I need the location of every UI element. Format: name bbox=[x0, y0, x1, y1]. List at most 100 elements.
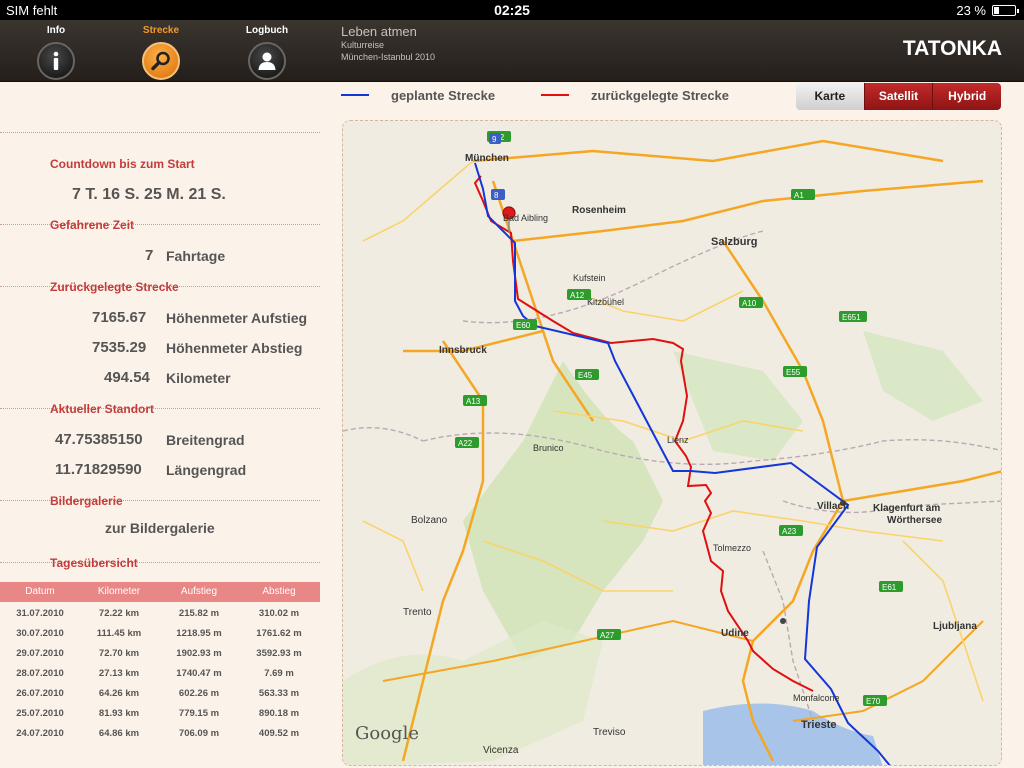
descent-value: 7535.29 bbox=[92, 339, 147, 356]
svg-text:E60: E60 bbox=[516, 321, 531, 330]
longitude-unit: Längengrad bbox=[166, 462, 247, 478]
svg-text:Lienz: Lienz bbox=[667, 435, 689, 445]
svg-text:Kitzbühel: Kitzbühel bbox=[587, 297, 624, 307]
table-row: 24.07.2010 64.86 km 706.09 m 409.52 m bbox=[0, 724, 320, 744]
cell-descent: 1761.62 m bbox=[256, 628, 302, 639]
svg-text:Ljubljana: Ljubljana bbox=[933, 621, 977, 632]
trip-info: Leben atmen Kulturreise München-Istanbul… bbox=[341, 24, 435, 63]
col-date: Datum bbox=[25, 586, 55, 597]
nav-strecke[interactable]: Strecke bbox=[121, 20, 201, 82]
nav-info-label: Info bbox=[46, 25, 66, 36]
travelled-route-swatch bbox=[541, 94, 569, 96]
table-header: Datum Kilometer Aufstieg Abstieg bbox=[0, 582, 320, 602]
cell-km: 72.70 km bbox=[98, 648, 140, 659]
col-km: Kilometer bbox=[97, 586, 141, 597]
svg-text:E45: E45 bbox=[578, 371, 593, 380]
cell-ascent: 602.26 m bbox=[178, 688, 220, 699]
table-row: 30.07.2010 111.45 km 1218.95 m 1761.62 m bbox=[0, 624, 320, 644]
cell-date: 28.07.2010 bbox=[16, 668, 64, 679]
svg-text:A22: A22 bbox=[458, 439, 473, 448]
days-value: 7 bbox=[145, 247, 154, 264]
svg-text:Salzburg: Salzburg bbox=[711, 236, 757, 248]
table-row: 26.07.2010 64.26 km 602.26 m 563.33 m bbox=[0, 684, 320, 704]
cell-ascent: 1902.93 m bbox=[176, 648, 222, 659]
cell-km: 81.93 km bbox=[98, 708, 140, 719]
svg-text:A23: A23 bbox=[782, 527, 797, 536]
svg-text:8: 8 bbox=[494, 191, 499, 200]
nav-logbuch[interactable]: Logbuch bbox=[227, 20, 307, 82]
km-value: 494.54 bbox=[104, 369, 150, 386]
col-ascent: Aufstieg bbox=[180, 586, 218, 597]
nav-info[interactable]: Info bbox=[16, 20, 96, 82]
route-button[interactable] bbox=[142, 42, 180, 80]
travelled-route-label: zurückgelegte Strecke bbox=[591, 88, 730, 103]
svg-text:München: München bbox=[465, 153, 509, 164]
svg-text:Treviso: Treviso bbox=[593, 727, 626, 738]
battery-percent: 23 % bbox=[956, 3, 986, 18]
divider bbox=[0, 408, 320, 409]
map-type-satellit[interactable]: Satellit bbox=[863, 83, 933, 110]
svg-text:Brunico: Brunico bbox=[533, 443, 564, 453]
svg-text:A12: A12 bbox=[570, 291, 585, 300]
logbook-button[interactable] bbox=[248, 42, 286, 80]
svg-text:Klagenfurt am: Klagenfurt am bbox=[873, 503, 940, 514]
cell-km: 72.22 km bbox=[98, 608, 140, 619]
cell-ascent: 779.15 m bbox=[178, 708, 220, 719]
gallery-heading: Bildergalerie bbox=[50, 494, 123, 508]
info-icon bbox=[53, 51, 59, 70]
cell-km: 111.45 km bbox=[96, 628, 142, 639]
divider bbox=[0, 224, 320, 225]
location-heading: Aktueller Standort bbox=[50, 402, 155, 416]
cell-km: 64.26 km bbox=[98, 688, 140, 699]
cell-date: 25.07.2010 bbox=[16, 708, 64, 719]
svg-text:A1: A1 bbox=[794, 191, 804, 200]
cell-km: 64.86 km bbox=[98, 728, 140, 739]
cell-descent: 409.52 m bbox=[258, 728, 300, 739]
svg-text:Rosenheim: Rosenheim bbox=[572, 205, 626, 216]
cell-descent: 563.33 m bbox=[258, 688, 300, 699]
clock: 02:25 bbox=[494, 2, 530, 18]
svg-text:A13: A13 bbox=[466, 397, 481, 406]
map-type-hybrid[interactable]: Hybrid bbox=[932, 83, 1001, 110]
svg-text:E61: E61 bbox=[882, 583, 897, 592]
svg-text:A10: A10 bbox=[742, 299, 757, 308]
svg-text:Trento: Trento bbox=[403, 607, 432, 618]
top-navigation-bar: Info Strecke Logbuch Leben atmen Kulturr… bbox=[0, 20, 1024, 82]
cell-descent: 890.18 m bbox=[258, 708, 300, 719]
svg-text:E55: E55 bbox=[786, 368, 801, 377]
map-type-karte[interactable]: Karte bbox=[796, 83, 864, 110]
latitude-value: 47.75385150 bbox=[55, 431, 143, 448]
cell-ascent: 706.09 m bbox=[178, 728, 220, 739]
svg-text:Kufstein: Kufstein bbox=[573, 273, 606, 283]
daily-heading: Tagesübersicht bbox=[50, 556, 138, 570]
days-unit: Fahrtage bbox=[166, 248, 226, 264]
sidebar-panel: Countdown bis zum Start 7 T. 16 S. 25 M.… bbox=[0, 82, 322, 768]
svg-text:E651: E651 bbox=[842, 313, 861, 322]
brand-logo: TATONKA bbox=[902, 37, 1002, 60]
col-descent: Abstieg bbox=[262, 586, 296, 597]
trip-route: München-Istanbul 2010 bbox=[341, 52, 436, 62]
svg-text:Vicenza: Vicenza bbox=[483, 745, 519, 756]
ascent-value: 7165.67 bbox=[92, 309, 147, 326]
trip-title: Leben atmen bbox=[341, 24, 417, 39]
planned-route-label: geplante Strecke bbox=[391, 88, 496, 103]
status-bar: SIM fehlt 02:25 23 % bbox=[0, 0, 1024, 20]
map-canvas: München Rosenheim Salzburg Innsbruck Vil… bbox=[343, 121, 1001, 765]
route-map[interactable]: München Rosenheim Salzburg Innsbruck Vil… bbox=[342, 120, 1002, 766]
cell-date: 24.07.2010 bbox=[16, 728, 64, 739]
cell-descent: 7.69 m bbox=[264, 668, 294, 679]
info-button[interactable] bbox=[37, 42, 75, 80]
cell-date: 26.07.2010 bbox=[16, 688, 64, 699]
time-heading: Gefahrene Zeit bbox=[50, 218, 135, 232]
divider bbox=[0, 562, 320, 563]
table-row: 28.07.2010 27.13 km 1740.47 m 7.69 m bbox=[0, 664, 320, 684]
svg-text:Wörthersee: Wörthersee bbox=[887, 515, 942, 526]
cell-ascent: 1218.95 m bbox=[176, 628, 222, 639]
svg-text:Innsbruck: Innsbruck bbox=[439, 345, 487, 356]
distance-heading: Zurückgelegte Strecke bbox=[50, 280, 179, 294]
person-icon bbox=[258, 52, 276, 70]
svg-text:A27: A27 bbox=[600, 631, 615, 640]
svg-text:Bolzano: Bolzano bbox=[411, 515, 448, 526]
gallery-link[interactable]: zur Bildergalerie bbox=[105, 520, 215, 536]
table-row: 25.07.2010 81.93 km 779.15 m 890.18 m bbox=[0, 704, 320, 724]
